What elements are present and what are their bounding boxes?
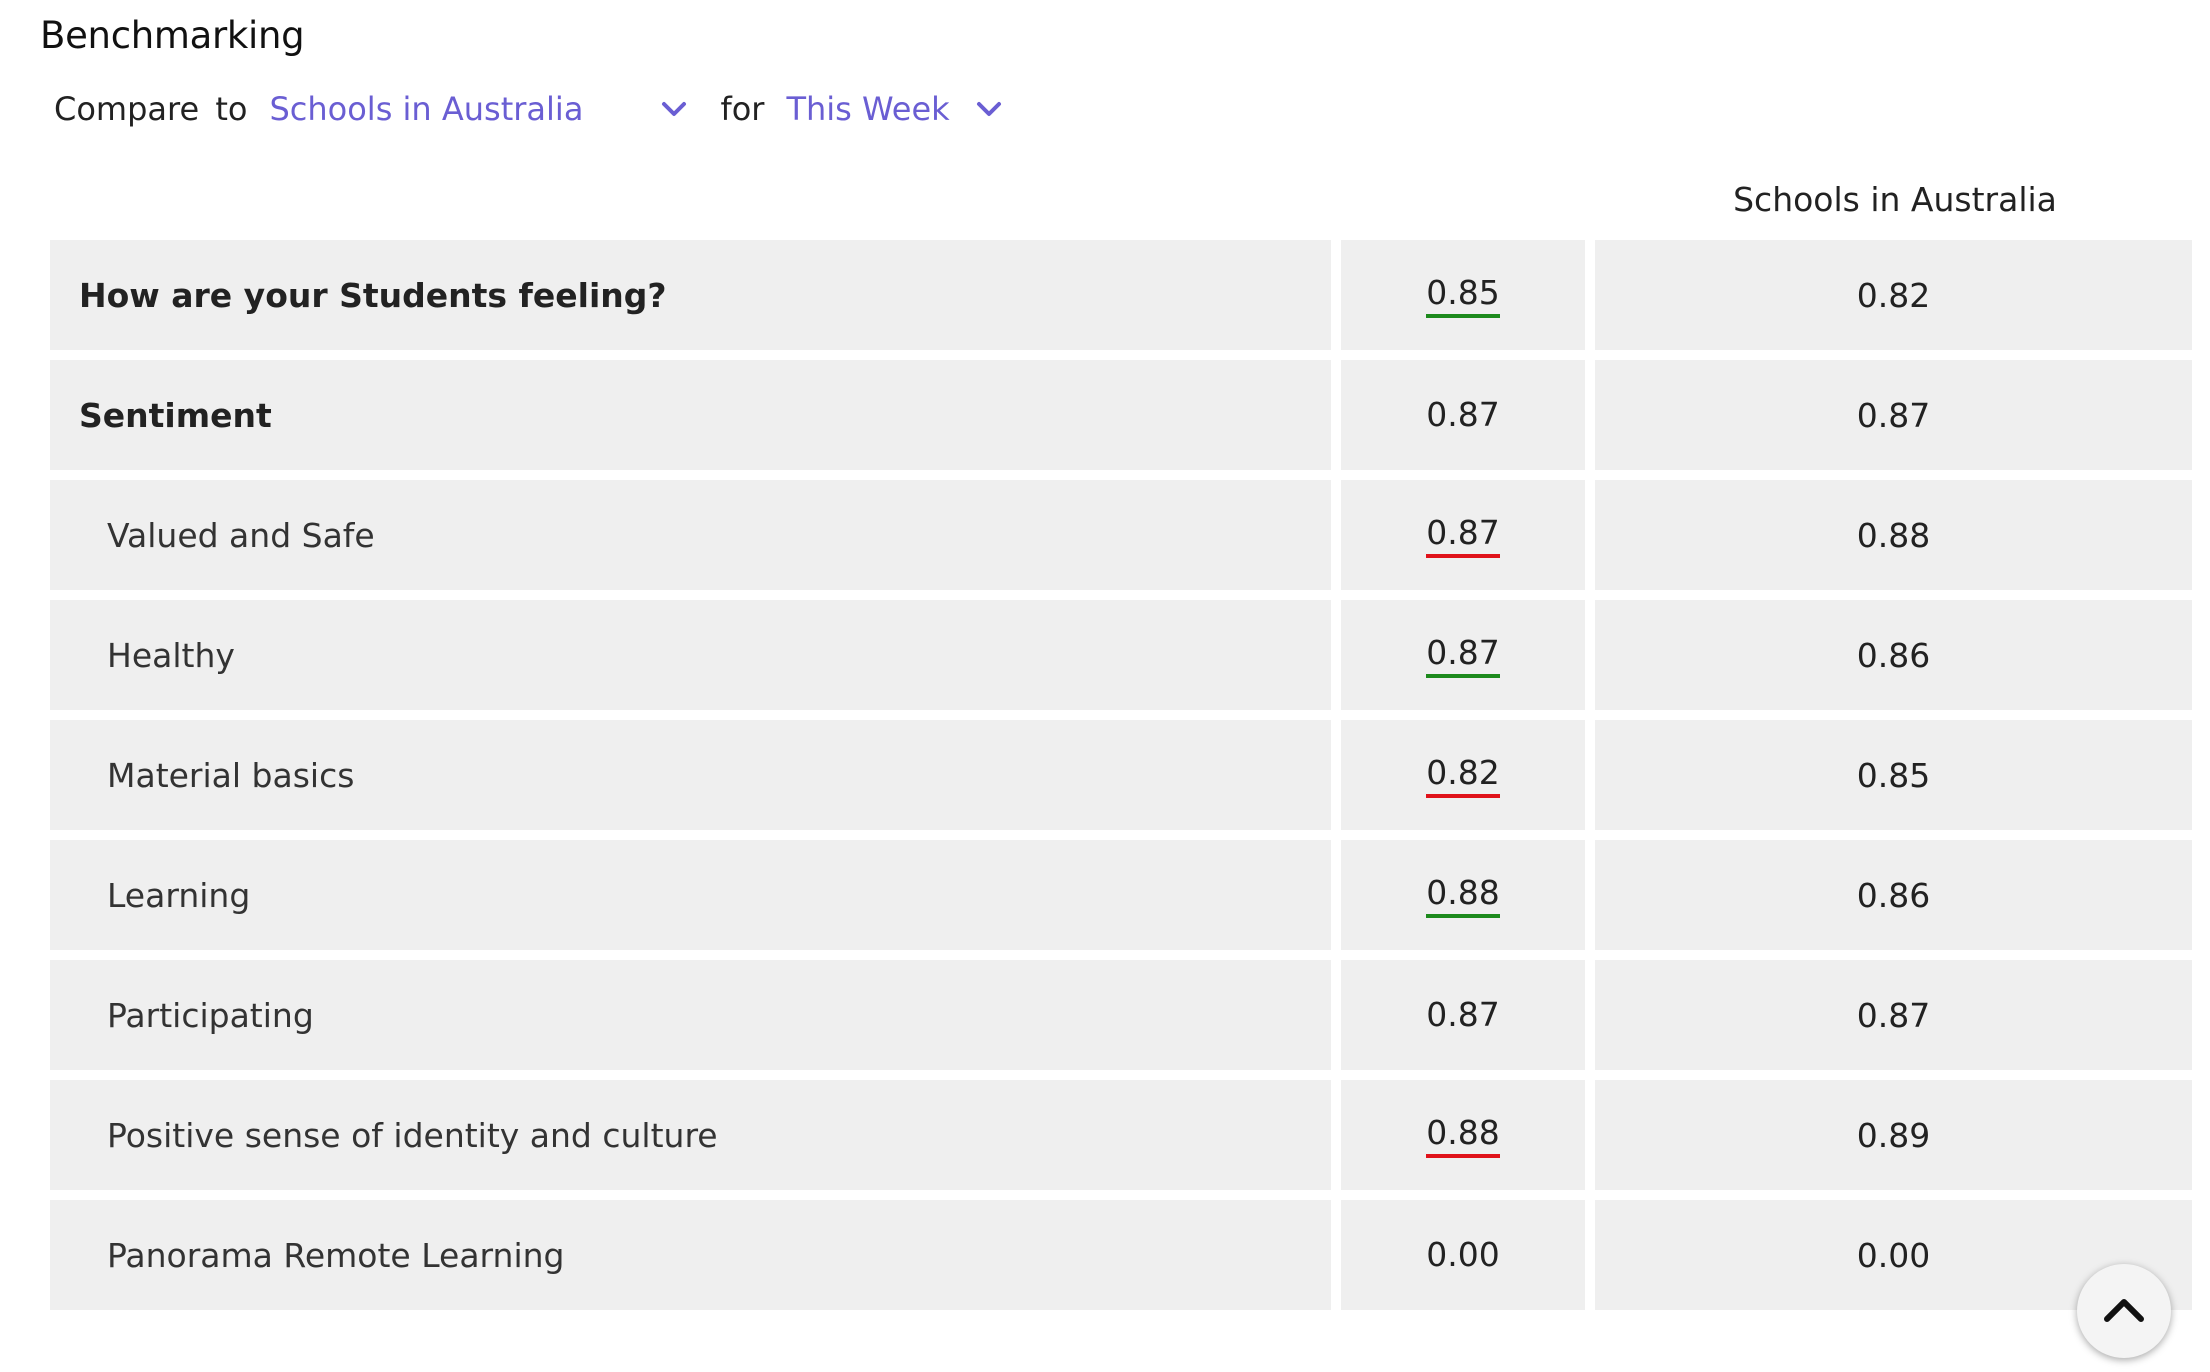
benchmark-score: 0.82: [1595, 240, 2192, 350]
row-label: Participating: [50, 960, 1331, 1070]
for-label: for: [720, 90, 765, 128]
benchmark-score: 0.85: [1595, 720, 2192, 830]
row-label: Healthy: [50, 600, 1331, 710]
benchmark-score: 0.87: [1595, 360, 2192, 470]
chevron-down-icon: [976, 100, 1002, 118]
benchmark-score: 0.86: [1595, 600, 2192, 710]
benchmark-controls: Compare to Schools in Australia for This…: [54, 84, 1002, 134]
table-row: How are your Students feeling? 0.85 0.82: [50, 240, 2192, 350]
compare-dropdown[interactable]: Schools in Australia: [269, 90, 687, 128]
table-row: Participating 0.87 0.87: [50, 960, 2192, 1070]
benchmark-column-header: Schools in Australia: [1733, 180, 2057, 219]
table-row: Material basics 0.82 0.85: [50, 720, 2192, 830]
school-score: 0.88: [1426, 873, 1500, 918]
school-score: 0.82: [1426, 753, 1500, 798]
table-row: Panorama Remote Learning 0.00 0.00: [50, 1200, 2192, 1310]
school-score-cell: 0.87: [1341, 480, 1585, 590]
compare-dropdown-value: Schools in Australia: [269, 90, 584, 128]
school-score: 0.87: [1426, 513, 1500, 558]
row-label: Material basics: [50, 720, 1331, 830]
page-title: Benchmarking: [40, 14, 305, 57]
period-dropdown[interactable]: This Week: [786, 90, 1001, 128]
benchmark-score: 0.86: [1595, 840, 2192, 950]
chevron-up-icon: [2102, 1294, 2146, 1328]
compare-label: Compare to: [54, 90, 248, 128]
table-row: Healthy 0.87 0.86: [50, 600, 2192, 710]
benchmark-table: How are your Students feeling? 0.85 0.82 Se…: [50, 240, 2192, 1320]
period-dropdown-value: This Week: [786, 90, 950, 128]
school-score: 0.87: [1426, 994, 1500, 1034]
table-row: Valued and Safe 0.87 0.88: [50, 480, 2192, 590]
school-score: 0.88: [1426, 1113, 1500, 1158]
table-row: Positive sense of identity and culture 0.…: [50, 1080, 2192, 1190]
school-score: 0.85: [1426, 273, 1500, 318]
row-label: Learning: [50, 840, 1331, 950]
row-label: Panorama Remote Learning: [50, 1200, 1331, 1310]
table-row: Sentiment 0.87 0.87: [50, 360, 2192, 470]
school-score-cell: 0.87: [1341, 960, 1585, 1070]
school-score-cell: 0.87: [1341, 600, 1585, 710]
school-score: 0.87: [1426, 394, 1500, 434]
chevron-down-icon: [661, 100, 687, 118]
school-score-cell: 0.00: [1341, 1200, 1585, 1310]
school-score-cell: 0.87: [1341, 360, 1585, 470]
school-score-cell: 0.88: [1341, 1080, 1585, 1190]
row-label: Valued and Safe: [50, 480, 1331, 590]
row-label: How are your Students feeling?: [50, 240, 1331, 350]
row-label: Sentiment: [50, 360, 1331, 470]
table-row: Learning 0.88 0.86: [50, 840, 2192, 950]
school-score-cell: 0.88: [1341, 840, 1585, 950]
school-score: 0.00: [1426, 1234, 1500, 1274]
school-score-cell: 0.85: [1341, 240, 1585, 350]
school-score: 0.87: [1426, 633, 1500, 678]
row-label: Positive sense of identity and culture: [50, 1080, 1331, 1190]
benchmark-score: 0.88: [1595, 480, 2192, 590]
benchmark-score: 0.89: [1595, 1080, 2192, 1190]
scroll-to-top-button[interactable]: [2077, 1264, 2171, 1358]
benchmark-score: 0.87: [1595, 960, 2192, 1070]
school-score-cell: 0.82: [1341, 720, 1585, 830]
